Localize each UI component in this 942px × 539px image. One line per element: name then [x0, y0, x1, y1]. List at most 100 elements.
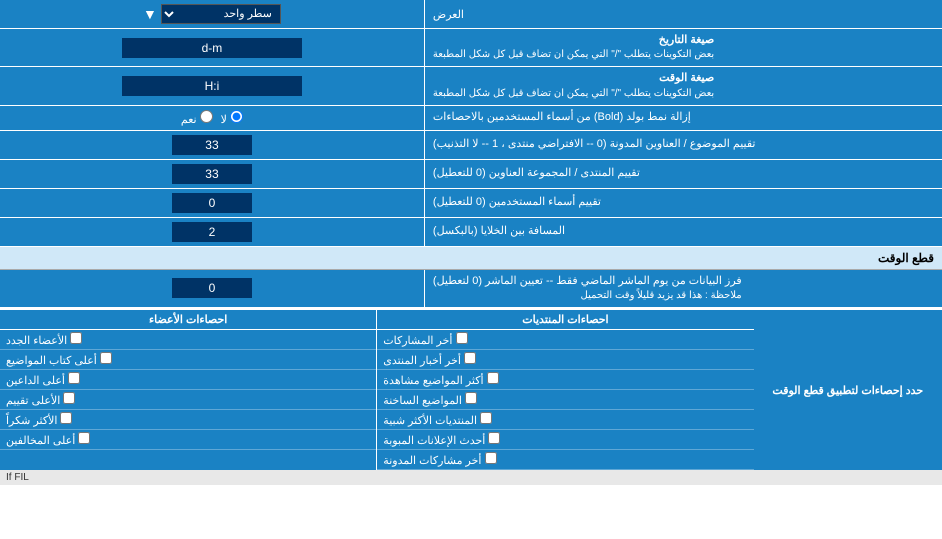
list-item: أعلى كتاب المواضيع	[0, 350, 376, 370]
col1-checkboxes: أخر المشاركات أخر أخبار المنتدى أكثر الم…	[376, 330, 753, 470]
forum-ordering-row: تقييم المنتدى / المجموعة العناوين (0 للت…	[0, 160, 942, 189]
col1-item5-checkbox[interactable]	[480, 412, 492, 424]
cell-spacing-input-cell	[0, 218, 424, 246]
date-format-desc: بعض التكوينات يتطلب "/" التي يمكن ان تضا…	[433, 48, 714, 62]
col-headers: احصاءات المنتديات احصاءات الأعضاء	[0, 310, 754, 330]
radio-yes[interactable]	[200, 110, 213, 123]
footer-text: If FIL	[6, 472, 29, 483]
col1-item4-checkbox[interactable]	[465, 392, 477, 404]
time-format-label: صيغة الوقت بعض التكوينات يتطلب "/" التي …	[424, 67, 942, 104]
footer-note: If FIL	[0, 470, 942, 485]
time-format-title: صيغة الوقت	[433, 71, 714, 86]
radio-yes-text: نعم	[181, 114, 197, 126]
col1-item5-label[interactable]: المنتديات الأكثر شبية	[383, 412, 492, 427]
bold-remove-text: إزالة نمط بولد (Bold) من أسماء المستخدمي…	[433, 110, 691, 125]
cutoff-data-input-cell	[0, 270, 424, 307]
cutoff-data-text: فرز البيانات من يوم الماشر الماضي فقط --…	[433, 274, 742, 289]
cutoff-data-label: فرز البيانات من يوم الماشر الماضي فقط --…	[424, 270, 942, 307]
col2-item3-checkbox[interactable]	[68, 372, 80, 384]
list-item: أخر مشاركات المدونة	[377, 450, 753, 470]
col1-item4-label[interactable]: المواضيع الساخنة	[383, 392, 477, 407]
cutoff-data-input[interactable]	[172, 278, 252, 298]
forum-ordering-input-cell	[0, 160, 424, 188]
topics-ordering-input-cell	[0, 131, 424, 159]
col2-item5-checkbox[interactable]	[60, 412, 72, 424]
time-format-input[interactable]	[122, 76, 302, 96]
list-item: الأكثر شكراً	[0, 410, 376, 430]
list-item: المنتديات الأكثر شبية	[377, 410, 753, 430]
col2-item5-label[interactable]: الأكثر شكراً	[6, 412, 73, 427]
topics-ordering-label: تقييم الموضوع / العناوين المدونة (0 -- ا…	[424, 131, 942, 159]
radio-no[interactable]	[230, 110, 243, 123]
col2-item4-label[interactable]: الأعلى تقييم	[6, 392, 75, 407]
cell-spacing-input[interactable]	[172, 222, 252, 242]
forum-ordering-text: تقييم المنتدى / المجموعة العناوين (0 للت…	[433, 166, 640, 181]
time-format-row: صيغة الوقت بعض التكوينات يتطلب "/" التي …	[0, 67, 942, 105]
topics-ordering-row: تقييم الموضوع / العناوين المدونة (0 -- ا…	[0, 131, 942, 160]
radio-no-text: لا	[221, 114, 227, 126]
date-format-row: صيغة التاريخ بعض التكوينات يتطلب "/" الت…	[0, 29, 942, 67]
radio-yes-label[interactable]: نعم	[181, 110, 213, 126]
date-format-input[interactable]	[122, 38, 302, 58]
col2-item3-label[interactable]: أعلى الداعين	[6, 372, 80, 387]
list-item: الأعلى تقييم	[0, 390, 376, 410]
col2-header-text: احصاءات الأعضاء	[149, 314, 227, 326]
checkboxes-area: احصاءات المنتديات احصاءات الأعضاء أخر ال…	[0, 310, 754, 470]
date-format-title: صيغة التاريخ	[433, 33, 714, 48]
list-item: أحدث الإعلانات المبوبة	[377, 430, 753, 450]
col2-checkboxes: الأعضاء الجدد أعلى كتاب المواضيع أعلى ال…	[0, 330, 376, 470]
bold-remove-radio-cell: لا نعم	[0, 106, 424, 130]
cell-spacing-text: المسافة بين الخلايا (بالبكسل)	[433, 224, 565, 239]
col1-item3-checkbox[interactable]	[487, 372, 499, 384]
display-select[interactable]: سطر واحد سطرين ثلاثة أسطر	[161, 4, 281, 24]
usernames-ordering-row: تقييم أسماء المستخدمين (0 للتعطيل)	[0, 189, 942, 218]
bottom-section: حدد إحصاءات لتطبيق قطع الوقت احصاءات الم…	[0, 308, 942, 470]
usernames-ordering-text: تقييم أسماء المستخدمين (0 للتعطيل)	[433, 195, 601, 210]
col1-header: احصاءات المنتديات	[376, 310, 753, 329]
cell-spacing-label: المسافة بين الخلايا (بالبكسل)	[424, 218, 942, 246]
radio-no-label[interactable]: لا	[221, 110, 243, 126]
cutoff-section-title: قطع الوقت	[0, 247, 942, 270]
list-item: أعلى المخالفين	[0, 430, 376, 450]
usernames-ordering-input[interactable]	[172, 193, 252, 213]
col2-item2-checkbox[interactable]	[100, 352, 112, 364]
display-text: العرض	[433, 8, 464, 21]
display-label: العرض	[424, 0, 942, 28]
col2-item2-label[interactable]: أعلى كتاب المواضيع	[6, 352, 112, 367]
display-input-area: سطر واحد سطرين ثلاثة أسطر ▼	[0, 0, 424, 28]
col1-item6-label[interactable]: أحدث الإعلانات المبوبة	[383, 432, 500, 447]
bold-remove-row: إزالة نمط بولد (Bold) من أسماء المستخدمي…	[0, 106, 942, 131]
col1-item7-checkbox[interactable]	[485, 452, 497, 464]
forum-ordering-label: تقييم المنتدى / المجموعة العناوين (0 للت…	[424, 160, 942, 188]
list-item: أخر المشاركات	[377, 330, 753, 350]
col2-item6-label[interactable]: أعلى المخالفين	[6, 432, 90, 447]
list-item: أخر أخبار المنتدى	[377, 350, 753, 370]
time-format-input-cell	[0, 67, 424, 104]
col2-item6-checkbox[interactable]	[78, 432, 90, 444]
col1-item2-checkbox[interactable]	[464, 352, 476, 364]
forum-ordering-input[interactable]	[172, 164, 252, 184]
bold-remove-label: إزالة نمط بولد (Bold) من أسماء المستخدمي…	[424, 106, 942, 130]
col2-header: احصاءات الأعضاء	[0, 310, 376, 329]
col1-item6-checkbox[interactable]	[488, 432, 500, 444]
col1-item3-label[interactable]: أكثر المواضيع مشاهدة	[383, 372, 498, 387]
col2-item1-checkbox[interactable]	[70, 332, 82, 344]
list-item: أعلى الداعين	[0, 370, 376, 390]
cutoff-note-text: ملاحظة : هذا قد يزيد قليلاً وقت التحميل	[433, 289, 742, 303]
date-format-input-cell	[0, 29, 424, 66]
display-row: العرض سطر واحد سطرين ثلاثة أسطر ▼	[0, 0, 942, 29]
date-format-label: صيغة التاريخ بعض التكوينات يتطلب "/" الت…	[424, 29, 942, 66]
cell-spacing-row: المسافة بين الخلايا (بالبكسل)	[0, 218, 942, 247]
cutoff-title-text: قطع الوقت	[878, 251, 934, 265]
col1-header-text: احصاءات المنتديات	[522, 314, 608, 326]
apply-label: حدد إحصاءات لتطبيق قطع الوقت	[754, 310, 942, 470]
col1-item7-label[interactable]: أخر مشاركات المدونة	[383, 452, 496, 467]
col1-item1-checkbox[interactable]	[456, 332, 468, 344]
col2-item4-checkbox[interactable]	[63, 392, 75, 404]
apply-text: حدد إحصاءات لتطبيق قطع الوقت	[772, 384, 923, 397]
col2-item1-label[interactable]: الأعضاء الجدد	[6, 332, 82, 347]
col1-item2-label[interactable]: أخر أخبار المنتدى	[383, 352, 476, 367]
topics-ordering-input[interactable]	[172, 135, 252, 155]
col1-item1-label[interactable]: أخر المشاركات	[383, 332, 467, 347]
checkboxes-cols: أخر المشاركات أخر أخبار المنتدى أكثر الم…	[0, 330, 754, 470]
